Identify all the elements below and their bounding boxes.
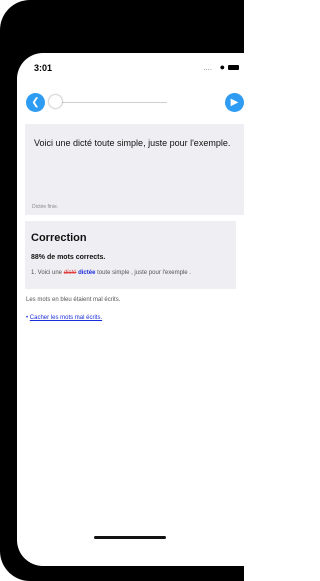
line-prefix: 1. Voici une — [31, 270, 63, 276]
dictation-status: Dictée finie. — [32, 204, 59, 210]
bullet-icon: • — [26, 315, 29, 321]
device-frame: 3:01 .... ● ❮ ▶ Voici une dicté toute si… — [0, 0, 244, 581]
info-text: Les mots en bleu étaient mal écrits. — [26, 297, 121, 303]
status-time: 3:01 — [34, 63, 53, 73]
correction-panel: Correction 88% de mots corrects. 1. Voic… — [25, 221, 236, 289]
wrong-word: dicté — [63, 270, 77, 276]
correction-line: 1. Voici une dicté dictée toute simple ,… — [31, 270, 191, 276]
correction-score: 88% de mots corrects. — [31, 254, 106, 261]
app-screen: 3:01 .... ● ❮ ▶ Voici une dicté toute si… — [17, 53, 244, 566]
play-icon: ▶ — [230, 97, 239, 108]
status-bar: 3:01 .... ● — [17, 53, 244, 85]
hide-wrong-words-row: • Cacher les mots mal écrits. — [26, 315, 102, 321]
chevron-left-icon: ❮ — [31, 97, 40, 108]
correction-title: Correction — [31, 232, 87, 244]
play-button[interactable]: ▶ — [225, 93, 244, 112]
slider-thumb[interactable] — [49, 95, 62, 108]
dictation-text: Voici une dicté toute simple, juste pour… — [34, 138, 231, 148]
wifi-icon: ● — [219, 62, 225, 72]
signal-icon: .... — [203, 63, 212, 72]
line-suffix: toute simple , juste pour l'exemple . — [97, 270, 191, 276]
battery-icon — [228, 65, 239, 70]
progress-slider[interactable] — [55, 102, 167, 103]
hide-wrong-words-link[interactable]: Cacher les mots mal écrits. — [30, 315, 102, 321]
previous-button[interactable]: ❮ — [26, 93, 45, 112]
audio-player: ❮ ▶ — [17, 90, 244, 114]
home-indicator[interactable] — [94, 536, 166, 539]
dictation-panel: Voici une dicté toute simple, juste pour… — [25, 124, 244, 215]
corrected-word: dictée — [78, 270, 96, 276]
